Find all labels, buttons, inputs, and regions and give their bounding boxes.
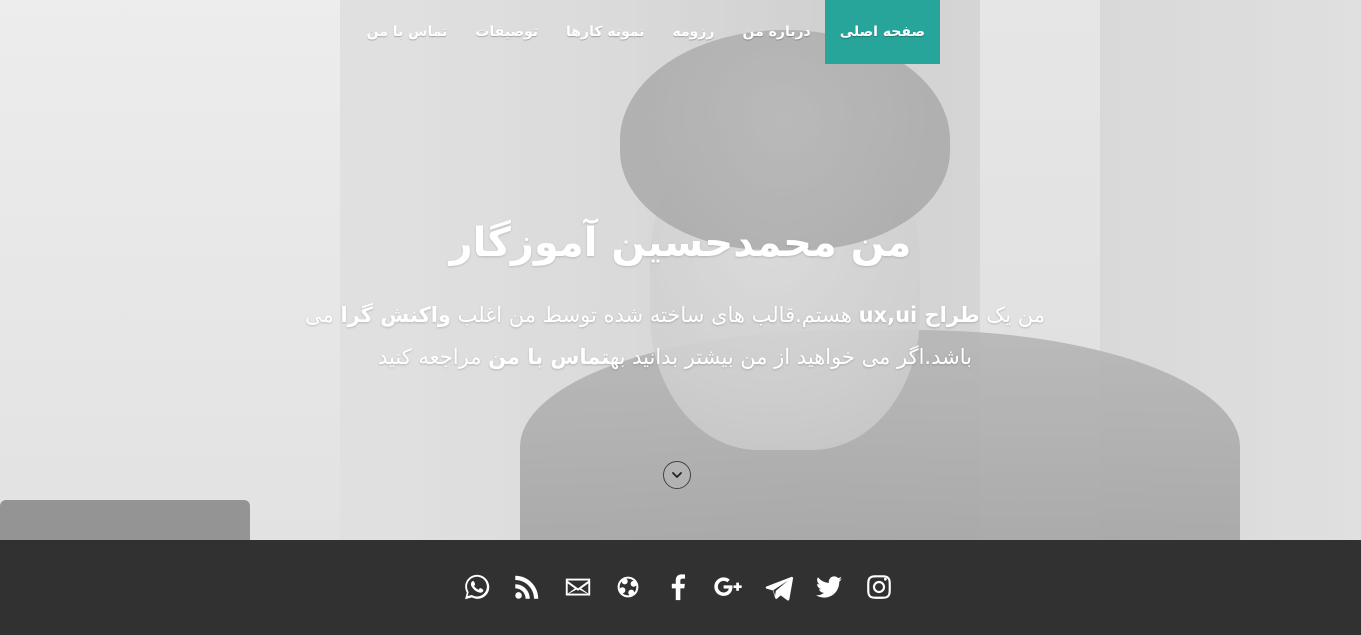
whatsapp-icon[interactable] [458, 568, 496, 606]
nav-item-home[interactable]: صفحه اصلی [824, 0, 940, 64]
nav-item-testimonials[interactable]: توصیفات [461, 0, 552, 64]
top-navigation: صفحه اصلی درباره من رزومه نمونه کارها تو… [0, 0, 1361, 64]
hero-desc-text: هستم.قالب های ساخته شده توسط من اغلب [450, 303, 859, 327]
nav-item-resume[interactable]: رزومه [659, 0, 729, 64]
aparat-icon[interactable] [609, 568, 647, 606]
hero-desc-text: مراجعه کنید [378, 345, 489, 369]
email-icon[interactable] [559, 568, 597, 606]
hero-desc-text: من یک [979, 303, 1045, 327]
instagram-icon[interactable] [860, 568, 898, 606]
rss-icon[interactable] [508, 568, 546, 606]
chevron-down-icon [672, 472, 682, 478]
hero-desc-contact-link[interactable]: تماس با من [488, 345, 610, 369]
hero-desc-highlight: طراح ux,ui [858, 303, 980, 327]
twitter-icon[interactable] [810, 568, 848, 606]
hero-title: من محمدحسین آموزگار [449, 220, 912, 266]
google-plus-icon[interactable] [709, 568, 747, 606]
social-list [458, 568, 898, 606]
nav-list: صفحه اصلی درباره من رزومه نمونه کارها تو… [353, 0, 940, 64]
telegram-icon[interactable] [760, 568, 798, 606]
facebook-icon[interactable] [659, 568, 697, 606]
nav-item-about[interactable]: درباره من [729, 0, 825, 64]
nav-item-portfolio[interactable]: نمونه کارها [552, 0, 658, 64]
scroll-down-button[interactable] [663, 461, 691, 489]
nav-item-contact[interactable]: تماس با من [353, 0, 462, 64]
hero-description: من یک طراح ux,ui هستم.قالب های ساخته شده… [281, 294, 1069, 378]
hero-desc-highlight: واکنش گرا [340, 303, 451, 327]
